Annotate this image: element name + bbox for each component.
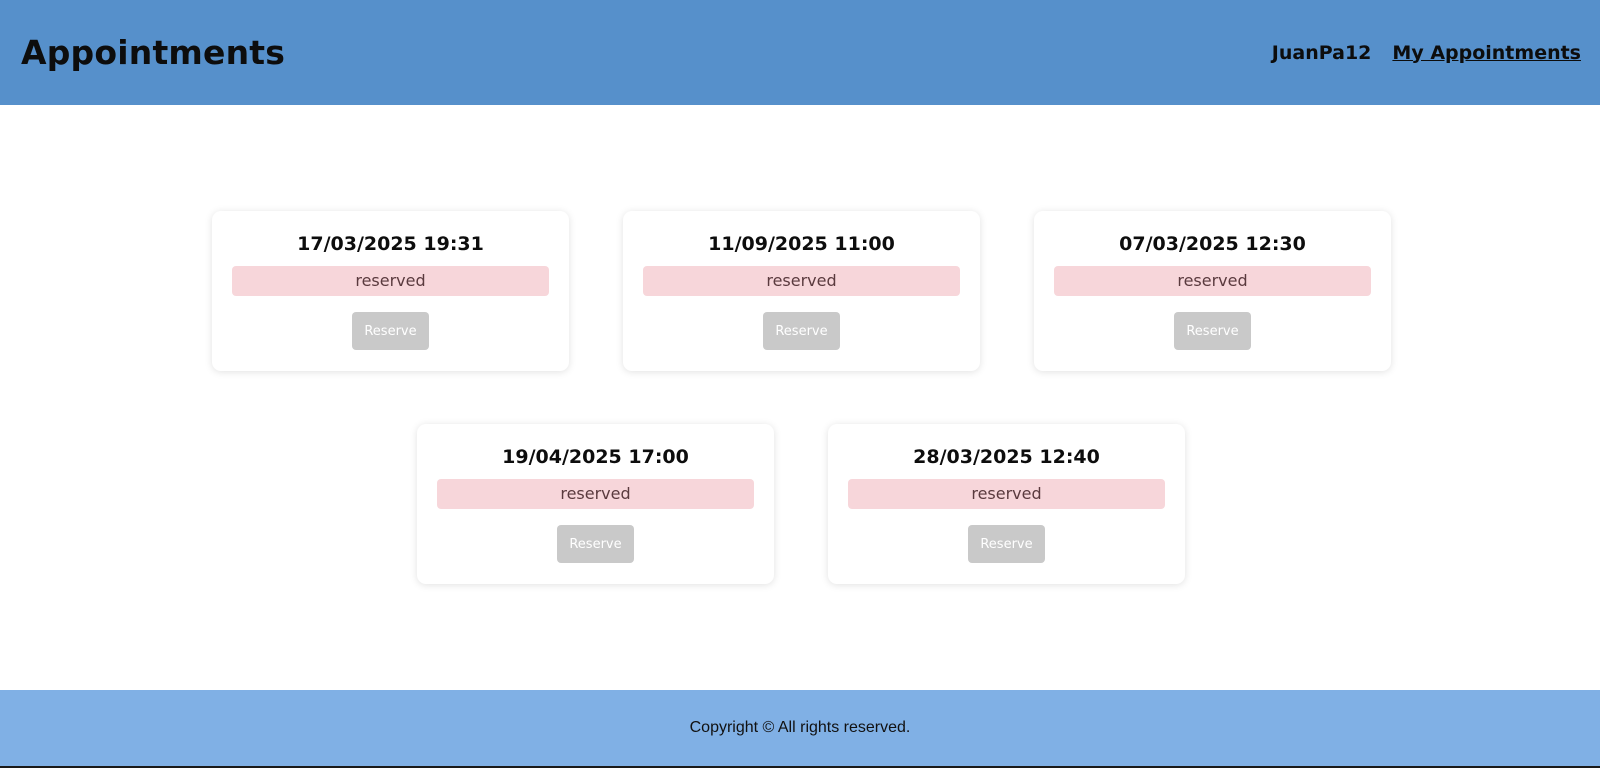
appointment-card: 17/03/2025 19:31 reserved Reserve	[212, 211, 569, 371]
reserve-button[interactable]: Reserve	[557, 525, 634, 563]
appointments-grid: 17/03/2025 19:31 reserved Reserve 11/09/…	[0, 105, 1600, 690]
username-label: JuanPa12	[1271, 41, 1372, 64]
appointment-card: 28/03/2025 12:40 reserved Reserve	[828, 424, 1185, 584]
appointment-datetime: 17/03/2025 19:31	[297, 233, 484, 255]
page-title: Appointments	[21, 33, 286, 72]
site-footer: Copyright © All rights reserved.	[0, 690, 1600, 768]
site-header: Appointments JuanPa12 My Appointments	[0, 0, 1600, 105]
status-badge: reserved	[643, 266, 960, 296]
appointment-card: 11/09/2025 11:00 reserved Reserve	[623, 211, 980, 371]
reserve-button[interactable]: Reserve	[1174, 312, 1251, 350]
copyright-text: Copyright © All rights reserved.	[689, 719, 911, 736]
page: Appointments JuanPa12 My Appointments 17…	[0, 0, 1600, 768]
reserve-button[interactable]: Reserve	[968, 525, 1045, 563]
status-badge: reserved	[1054, 266, 1371, 296]
status-badge: reserved	[848, 479, 1165, 509]
my-appointments-link[interactable]: My Appointments	[1392, 42, 1581, 64]
appointment-datetime: 07/03/2025 12:30	[1119, 233, 1306, 255]
status-badge: reserved	[232, 266, 549, 296]
appointment-datetime: 19/04/2025 17:00	[502, 446, 689, 468]
reserve-button[interactable]: Reserve	[763, 312, 840, 350]
appointment-datetime: 11/09/2025 11:00	[708, 233, 895, 255]
status-badge: reserved	[437, 479, 754, 509]
top-nav: JuanPa12 My Appointments	[1272, 42, 1581, 64]
appointment-card: 07/03/2025 12:30 reserved Reserve	[1034, 211, 1391, 371]
reserve-button[interactable]: Reserve	[352, 312, 429, 350]
appointment-card: 19/04/2025 17:00 reserved Reserve	[417, 424, 774, 584]
appointment-datetime: 28/03/2025 12:40	[913, 446, 1100, 468]
